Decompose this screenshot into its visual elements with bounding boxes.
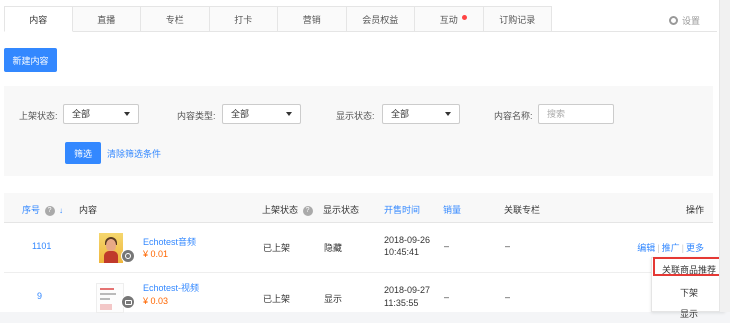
- header-label: 上架状态: [262, 205, 299, 215]
- display-status: 显示: [324, 294, 343, 304]
- tab-order-records[interactable]: 订购记录: [483, 6, 552, 32]
- related-column: –: [505, 292, 511, 302]
- tab-bar: 内容 直播 专栏 打卡 营销 会员权益 互动 订购记录: [4, 6, 717, 32]
- content-thumbnail[interactable]: [96, 283, 124, 313]
- tab-label: 打卡: [234, 14, 253, 25]
- tab-label: 营销: [302, 14, 321, 25]
- gear-icon: [668, 16, 678, 25]
- sale-time-header[interactable]: 开售时间: [384, 203, 420, 216]
- tab-label: 直播: [97, 14, 116, 25]
- clear-filters-link[interactable]: 清除筛选条件: [107, 147, 161, 160]
- row-ops: 编辑 | 推广 | 更多: [637, 243, 704, 253]
- video-icon: [121, 295, 135, 309]
- shelf-status: 已上架: [263, 243, 291, 253]
- display-status-header: 显示状态: [323, 205, 360, 215]
- help-icon[interactable]: ?: [44, 205, 55, 216]
- shelf-status-header: 上架状态 ?: [262, 203, 313, 216]
- help-icon[interactable]: ?: [302, 205, 313, 216]
- search-input[interactable]: [538, 104, 614, 124]
- row-seq: 9: [37, 291, 43, 301]
- sales-header[interactable]: 销量: [443, 203, 461, 216]
- table-row: 9 Echotest-视频 ¥ 0.03 已上架 显示 2018-09-27 1…: [4, 273, 713, 323]
- sale-date: 2018-09-26: [384, 235, 431, 245]
- sale-time: 10:45:41: [384, 247, 420, 257]
- tab-member-benefits[interactable]: 会员权益: [346, 6, 415, 32]
- sales-count: –: [444, 241, 450, 251]
- seq-header[interactable]: 序号 ? ↓: [22, 203, 63, 216]
- content-type-select[interactable]: 全部: [222, 104, 301, 124]
- notification-dot: [461, 15, 467, 20]
- related-column: –: [505, 241, 511, 251]
- more-link[interactable]: 更多: [686, 243, 704, 253]
- shelf-status-label: 上架状态:: [19, 111, 58, 121]
- content-price: ¥ 0.03: [143, 296, 169, 306]
- sort-down-icon[interactable]: ↓: [59, 206, 63, 215]
- settings-link[interactable]: 设置: [668, 14, 700, 27]
- tab-content[interactable]: 内容: [4, 6, 73, 32]
- display-status-select[interactable]: 全部: [382, 104, 460, 124]
- chevron-down-icon: [124, 112, 130, 116]
- page: 内容 直播 专栏 打卡 营销 会员权益 互动 订购记录 设置 新建内容 上架状态…: [0, 0, 730, 319]
- tab-label: 订购记录: [499, 14, 536, 25]
- content-title-link[interactable]: Echotest音频: [143, 235, 196, 248]
- tab-live[interactable]: 直播: [72, 6, 141, 32]
- ops-header: 操作: [685, 205, 704, 215]
- highlight-box: [653, 257, 724, 276]
- sale-date: 2018-09-27: [384, 285, 431, 295]
- edit-link[interactable]: 编辑: [637, 243, 655, 253]
- filter-panel: 上架状态: 全部 内容类型: 全部 显示状态: 全部 内容名称: 筛选 清除筛选…: [4, 86, 713, 176]
- tab-interaction[interactable]: 互动: [415, 6, 484, 32]
- content-header: 内容: [79, 205, 98, 215]
- content-price: ¥ 0.01: [143, 249, 169, 259]
- audio-icon: [121, 249, 135, 263]
- tab-column[interactable]: 专栏: [141, 6, 210, 32]
- promote-link[interactable]: 推广: [662, 243, 680, 253]
- tab-label: 互动: [439, 14, 458, 25]
- tab-label: 会员权益: [362, 14, 399, 25]
- shelf-status-select[interactable]: 全部: [63, 104, 139, 124]
- tab-marketing[interactable]: 营销: [278, 6, 347, 32]
- sale-time: 11:35:55: [384, 298, 419, 308]
- tab-checkin[interactable]: 打卡: [209, 6, 278, 32]
- row-seq: 1101: [32, 241, 52, 251]
- sales-count: –: [444, 292, 450, 302]
- display-status: 隐藏: [324, 243, 343, 253]
- content-thumbnail[interactable]: [99, 233, 123, 263]
- header-label: 序号: [22, 205, 41, 215]
- content-name-label: 内容名称:: [494, 111, 533, 121]
- menu-item-show[interactable]: 显示: [652, 307, 726, 320]
- scrollbar[interactable]: [719, 0, 730, 312]
- chevron-down-icon: [445, 112, 451, 116]
- settings-label: 设置: [681, 16, 700, 26]
- table-header: 序号 ? ↓ 内容 上架状态 ? 显示状态 开售时间 销量 关联专栏 操作: [4, 193, 713, 223]
- content-type-label: 内容类型:: [177, 111, 216, 121]
- menu-item-unlist[interactable]: 下架: [652, 286, 726, 299]
- select-value: 全部: [231, 109, 250, 119]
- related-column-header: 关联专栏: [504, 205, 541, 215]
- select-value: 全部: [72, 109, 91, 119]
- select-value: 全部: [391, 109, 410, 119]
- table-row: 1101 Echotest音频 ¥ 0.01 已上架 隐藏 2018-09-26…: [4, 223, 713, 273]
- tab-label: 专栏: [165, 14, 184, 25]
- tab-label: 内容: [29, 14, 48, 25]
- chevron-down-icon: [286, 112, 292, 116]
- display-status-label: 显示状态:: [336, 111, 375, 121]
- shelf-status: 已上架: [263, 294, 291, 304]
- filter-button[interactable]: 筛选: [65, 142, 101, 164]
- content-title-link[interactable]: Echotest-视频: [143, 281, 199, 294]
- new-content-button[interactable]: 新建内容: [4, 48, 57, 72]
